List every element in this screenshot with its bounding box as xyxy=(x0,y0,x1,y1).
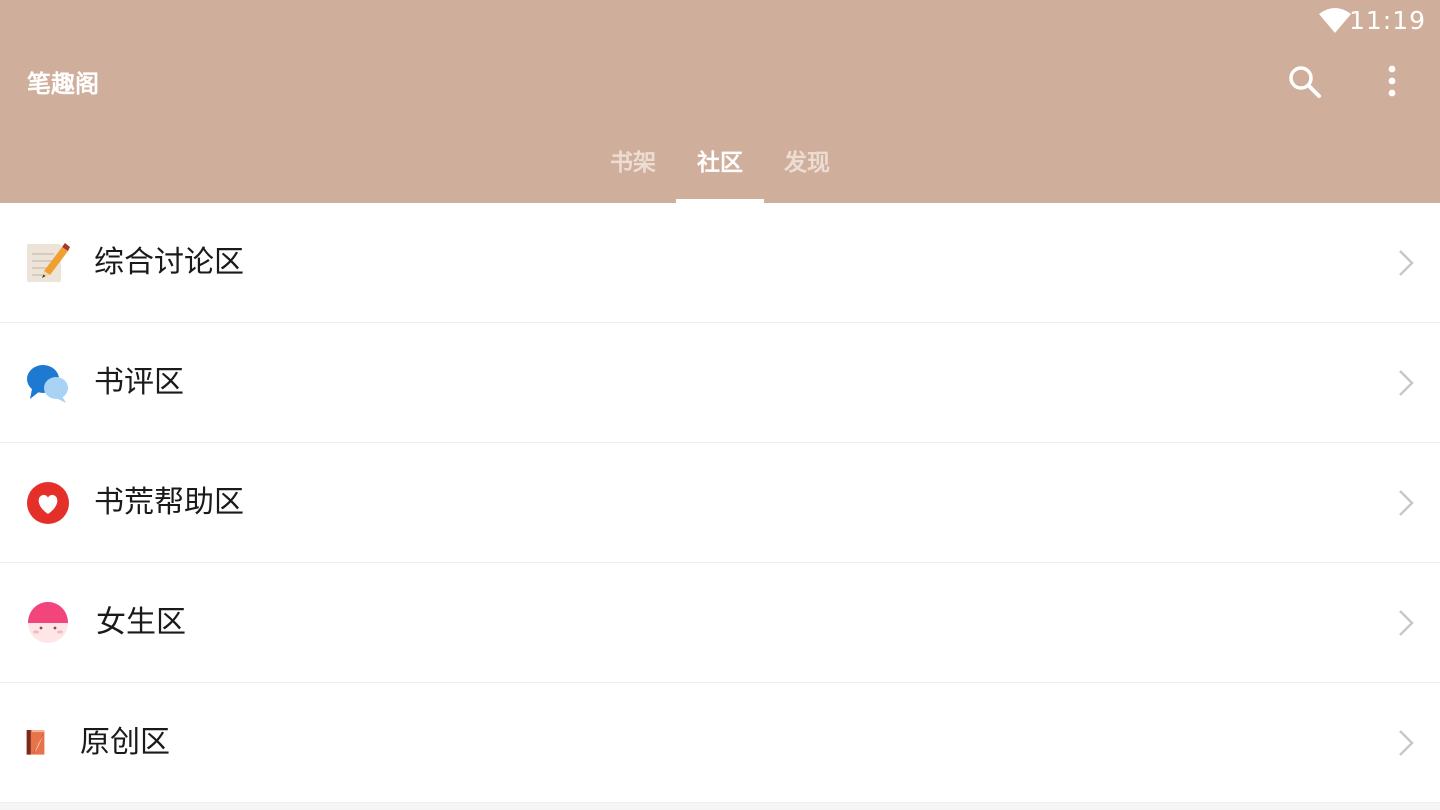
status-bar: 11:19 xyxy=(1240,0,1440,42)
section-girls[interactable]: 女生区 xyxy=(0,563,1440,683)
section-label: 书荒帮助区 xyxy=(94,485,244,520)
section-book-reviews[interactable]: 书评区 xyxy=(0,323,1440,443)
chevron-right-icon xyxy=(1399,250,1414,276)
community-section-list: 综合讨论区 书评区 书荒帮助区 女生区 原创区 xyxy=(0,203,1440,803)
tab-label: 发现 xyxy=(784,150,830,176)
book-quill-icon xyxy=(26,730,45,755)
more-vertical-icon[interactable] xyxy=(1376,63,1408,101)
status-time: 11:19 xyxy=(1348,6,1426,35)
heart-icon xyxy=(27,482,69,524)
section-label: 综合讨论区 xyxy=(94,245,244,280)
section-label: 女生区 xyxy=(96,605,186,640)
tab-bar: 书架 社区 发现 xyxy=(590,130,850,203)
tab-label: 书架 xyxy=(610,150,656,176)
tab-discover[interactable]: 发现 xyxy=(764,130,850,203)
app-header: 11:19 笔趣阁 书架 社区 发现 xyxy=(0,0,1440,203)
search-icon[interactable] xyxy=(1286,63,1324,101)
section-label: 书评区 xyxy=(94,365,184,400)
section-original[interactable]: 原创区 xyxy=(0,683,1440,803)
chevron-right-icon xyxy=(1399,730,1414,756)
wifi-icon xyxy=(1319,8,1351,33)
notepad-pencil-icon xyxy=(27,243,70,282)
chevron-right-icon xyxy=(1399,370,1414,396)
section-label: 原创区 xyxy=(80,725,170,760)
chat-bubbles-icon xyxy=(27,365,68,403)
tab-label: 社区 xyxy=(697,150,743,176)
section-book-help[interactable]: 书荒帮助区 xyxy=(0,443,1440,563)
tab-community[interactable]: 社区 xyxy=(676,130,764,203)
tab-bookshelf[interactable]: 书架 xyxy=(590,130,676,203)
chevron-right-icon xyxy=(1399,490,1414,516)
girl-face-icon xyxy=(28,602,68,643)
app-title: 笔趣阁 xyxy=(27,70,99,98)
chevron-right-icon xyxy=(1399,610,1414,636)
section-general-discussion[interactable]: 综合讨论区 xyxy=(0,203,1440,323)
